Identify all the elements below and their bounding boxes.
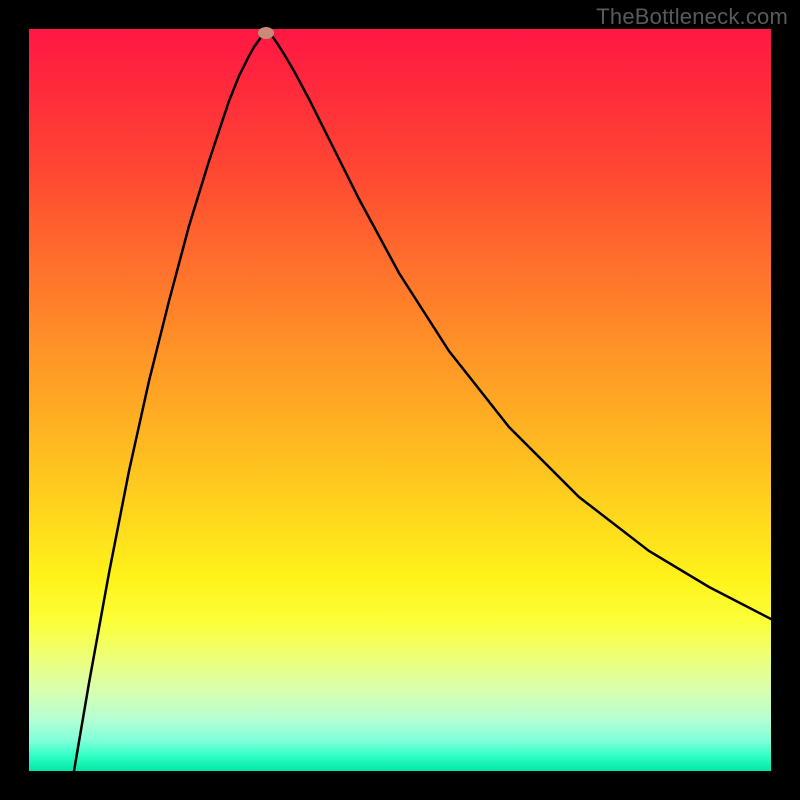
plot-frame (29, 29, 771, 771)
curve-svg (29, 29, 771, 771)
bottleneck-curve (74, 32, 771, 771)
watermark-text: TheBottleneck.com (596, 4, 788, 30)
chart-container: TheBottleneck.com (0, 0, 800, 800)
minimum-marker-dot (258, 27, 274, 39)
